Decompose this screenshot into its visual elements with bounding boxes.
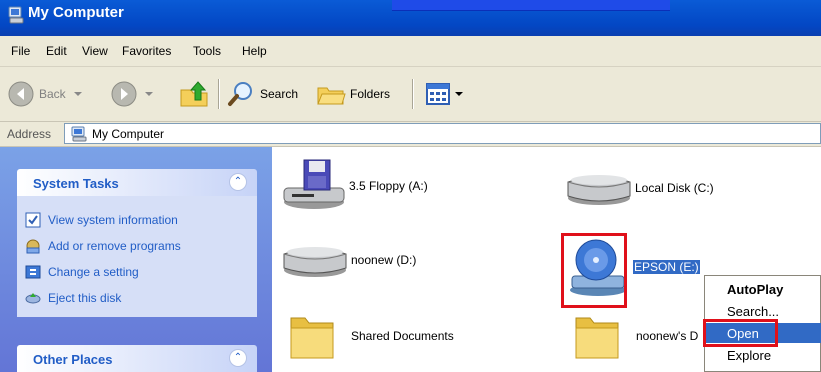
- drive-label-selected: EPSON (E:): [633, 260, 700, 274]
- back-button[interactable]: Back: [7, 80, 85, 108]
- task-add-remove-programs[interactable]: Add or remove programs: [25, 238, 181, 254]
- system-tasks-title: System Tasks: [33, 176, 119, 191]
- drive-label: noonew (D:): [351, 253, 417, 267]
- context-menu-autoplay[interactable]: AutoPlay: [705, 279, 821, 299]
- annotation-highlight-box: [703, 319, 778, 347]
- toolbar-separator: [218, 79, 220, 109]
- system-tasks-body: View system information Add or remove pr…: [17, 196, 257, 317]
- system-info-icon: [25, 212, 41, 228]
- eject-disk-icon: [25, 293, 41, 304]
- folder-icon: [575, 317, 619, 359]
- menu-tools[interactable]: Tools: [193, 44, 221, 58]
- hard-disk-icon: [283, 247, 347, 277]
- folders-button[interactable]: Folders: [316, 80, 390, 108]
- folder-item-shared-documents[interactable]: Shared Documents: [287, 310, 454, 362]
- title-bar: My Computer: [0, 0, 821, 36]
- context-menu-label: Explore: [727, 348, 772, 363]
- folder-label: Shared Documents: [351, 329, 454, 343]
- menu-bar: File Edit View Favorites Tools Help: [0, 36, 821, 67]
- task-label: Eject this disk: [48, 291, 122, 305]
- task-label: View system information: [48, 213, 178, 227]
- menu-help[interactable]: Help: [242, 44, 267, 58]
- other-places-title: Other Places: [33, 352, 113, 367]
- address-value: My Computer: [92, 127, 165, 141]
- search-label: Search: [260, 87, 299, 101]
- context-menu-label: Search...: [727, 304, 780, 319]
- my-computer-icon: [8, 6, 24, 24]
- address-label: Address: [7, 127, 52, 141]
- menu-favorites[interactable]: Favorites: [122, 44, 171, 58]
- back-arrow-icon: [8, 81, 34, 107]
- folders-label: Folders: [350, 87, 391, 101]
- hard-disk-icon: [567, 175, 631, 205]
- window-title: My Computer: [28, 4, 124, 21]
- menu-view[interactable]: View: [82, 44, 108, 58]
- collapse-chevron-icon[interactable]: ⌃: [229, 349, 247, 367]
- floppy-drive-icon: [283, 159, 345, 209]
- toolbar: Back Search Folders: [0, 67, 821, 122]
- blue-banner: [392, 0, 670, 11]
- task-label: Add or remove programs: [48, 239, 181, 253]
- my-computer-icon: [71, 126, 87, 142]
- control-panel-icon: [25, 265, 41, 279]
- task-eject-disk[interactable]: Eject this disk: [25, 290, 121, 306]
- drive-label: Local Disk (C:): [635, 181, 714, 195]
- drive-item-floppy[interactable]: 3.5 Floppy (A:): [282, 158, 428, 214]
- back-dropdown-icon: [73, 92, 82, 96]
- drive-label: 3.5 Floppy (A:): [349, 179, 428, 193]
- context-menu-explore[interactable]: Explore: [705, 345, 821, 365]
- views-icon: [426, 83, 450, 105]
- address-field[interactable]: My Computer: [64, 123, 821, 144]
- folder-label: noonew's D: [636, 329, 699, 343]
- views-button[interactable]: [424, 80, 464, 108]
- search-icon: [228, 82, 252, 106]
- menu-file[interactable]: File: [11, 44, 30, 58]
- context-menu-label: AutoPlay: [727, 282, 784, 297]
- forward-button[interactable]: [110, 80, 156, 108]
- task-label: Change a setting: [48, 265, 139, 279]
- task-change-setting[interactable]: Change a setting: [25, 264, 139, 280]
- system-tasks-header[interactable]: System Tasks ⌃: [17, 169, 257, 196]
- forward-dropdown-icon: [145, 92, 153, 96]
- up-folder-button[interactable]: [178, 80, 210, 108]
- back-label: Back: [39, 87, 66, 101]
- address-bar: Address My Computer: [0, 122, 821, 147]
- other-places-header[interactable]: Other Places ⌃: [17, 345, 257, 372]
- context-menu-search[interactable]: Search...: [705, 301, 821, 321]
- collapse-chevron-icon[interactable]: ⌃: [229, 173, 247, 191]
- drive-item-local-disk-c[interactable]: Local Disk (C:): [566, 170, 714, 206]
- toolbar-separator: [412, 79, 414, 109]
- folder-item-noonews-documents[interactable]: noonew's D: [572, 310, 698, 362]
- up-folder-icon: [180, 81, 208, 107]
- menu-edit[interactable]: Edit: [46, 44, 67, 58]
- forward-arrow-icon: [111, 81, 137, 107]
- annotation-highlight-box: [561, 233, 627, 308]
- folders-icon: [317, 87, 346, 105]
- add-remove-programs-icon: [26, 239, 40, 254]
- search-button[interactable]: Search: [226, 80, 298, 108]
- drive-item-noonew-d[interactable]: noonew (D:): [282, 242, 416, 278]
- folder-icon: [290, 317, 334, 359]
- views-dropdown-icon: [455, 92, 463, 96]
- task-view-system-info[interactable]: View system information: [25, 212, 178, 228]
